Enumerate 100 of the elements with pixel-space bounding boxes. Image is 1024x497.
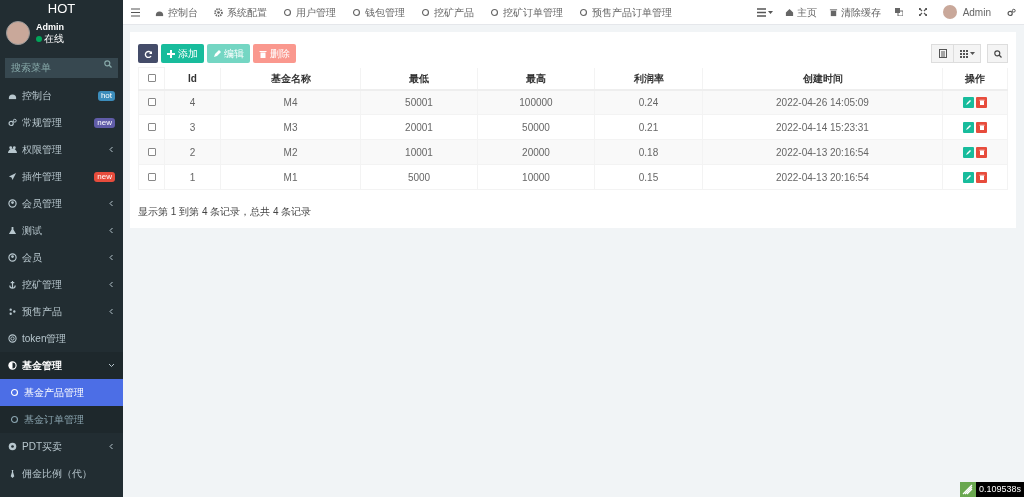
column-header[interactable]: 最高 [477, 67, 595, 90]
nav-tab[interactable]: 系统配置 [206, 4, 275, 20]
sidebar-item[interactable]: 会员 [0, 244, 123, 271]
nav-tab[interactable]: 预售产品订单管理 [571, 4, 680, 20]
anchor-icon [8, 280, 17, 289]
menu-label: 控制台 [22, 89, 53, 103]
sidebar-item[interactable]: 预售产品 [0, 298, 123, 325]
columns-dropdown-button[interactable] [954, 44, 981, 63]
table-cell: 0.18 [594, 139, 703, 165]
submenu-item[interactable]: 基金订单管理 [0, 406, 123, 433]
sidebar-item[interactable]: 控制台 hot [0, 82, 123, 109]
status-text: 在线 [44, 32, 64, 45]
row-delete-button[interactable] [976, 146, 987, 158]
table-row[interactable]: 2 M2 10001 20000 0.18 2022-04-13 20:16:54 [138, 139, 1008, 165]
row-checkbox[interactable] [147, 122, 156, 131]
user-menu[interactable]: Admin [934, 4, 999, 20]
row-checkbox[interactable] [147, 97, 156, 106]
column-header[interactable]: 操作 [942, 67, 1008, 90]
column-header[interactable]: 基金名称 [220, 67, 361, 90]
disc-icon [8, 442, 17, 451]
nav-tab[interactable]: 控制台 [147, 4, 206, 20]
chevron-left-icon [108, 200, 115, 207]
toggle-view-button[interactable] [931, 44, 954, 63]
table-cell: 5000 [360, 164, 478, 190]
sidebar-item[interactable]: 测试 [0, 217, 123, 244]
nav-tab[interactable]: 挖矿订单管理 [482, 4, 571, 20]
menu-label: 会员 [22, 251, 43, 265]
row-edit-button[interactable] [963, 121, 974, 133]
user-name: Admin [36, 21, 64, 33]
nav-link[interactable]: 主页 [778, 4, 823, 20]
row-edit-button[interactable] [963, 171, 974, 183]
sidebar-item[interactable]: token管理 [0, 325, 123, 352]
sidebar-item[interactable]: PDT买卖 [0, 433, 123, 460]
row-delete-button[interactable] [976, 121, 987, 133]
search-icon [104, 60, 112, 68]
tie-icon [8, 469, 17, 478]
menu-label: token管理 [22, 332, 68, 346]
submenu-item[interactable]: 基金产品管理 [0, 379, 123, 406]
pagination-info: 显示第 1 到第 4 条记录，总共 4 条记录 [138, 206, 312, 217]
user-circle-icon [8, 253, 17, 262]
table-cell: 100000 [477, 89, 595, 115]
sidebar-item[interactable]: 会员管理 [0, 190, 123, 217]
column-header[interactable]: 最低 [360, 67, 478, 90]
select-all-checkbox[interactable] [147, 73, 156, 82]
row-delete-button[interactable] [976, 96, 987, 108]
menu-label: 预售产品 [22, 305, 63, 319]
table-row[interactable]: 1 M1 5000 10000 0.15 2022-04-13 20:16:54 [138, 164, 1008, 190]
chevron-down-icon [108, 362, 115, 369]
gear-icon [214, 7, 223, 17]
column-header[interactable]: Id [164, 67, 221, 90]
table-cell: 20001 [360, 114, 478, 140]
search-button[interactable] [987, 44, 1008, 63]
table-cell: 1 [164, 164, 221, 190]
menu-label: 会员管理 [22, 197, 63, 211]
table-cell: 2022-04-26 14:05:09 [702, 89, 943, 115]
nav-tab[interactable]: 用户管理 [275, 4, 344, 20]
table-row[interactable]: 4 M4 50001 100000 0.24 2022-04-26 14:05:09 [138, 89, 1008, 115]
trash-icon [978, 174, 985, 180]
users-icon [8, 145, 17, 154]
table-row[interactable]: 3 M3 20001 50000 0.21 2022-04-14 15:23:31 [138, 114, 1008, 140]
row-delete-button[interactable] [976, 171, 987, 183]
column-header[interactable]: 利润率 [594, 67, 703, 90]
nav-link[interactable]: 清除缓存 [822, 4, 887, 20]
avatar [6, 21, 30, 45]
menu-icon [130, 7, 140, 17]
sidebar-item[interactable]: 权限管理 [0, 136, 123, 163]
menu-label: PDT买卖 [22, 440, 63, 454]
chevron-left-icon [108, 281, 115, 288]
nav-tab[interactable]: 钱包管理 [344, 4, 413, 20]
sidebar-item[interactable]: 常规管理 new [0, 109, 123, 136]
list-icon [756, 7, 766, 17]
cogs-icon [1007, 7, 1016, 17]
menu-badge: hot [97, 90, 115, 101]
rocket-icon [8, 172, 17, 181]
half-circle-icon [8, 361, 17, 370]
refresh-button[interactable] [138, 44, 158, 63]
plus-icon [167, 49, 175, 58]
circle-icon [490, 7, 499, 17]
row-checkbox[interactable] [147, 172, 156, 181]
caret-icon [969, 52, 975, 55]
row-checkbox[interactable] [147, 147, 156, 156]
row-edit-button[interactable] [963, 96, 974, 108]
sidebar-item[interactable]: 挖矿管理 [0, 271, 123, 298]
pencil-icon [213, 49, 221, 58]
search-icon [993, 49, 1002, 58]
row-edit-button[interactable] [963, 146, 974, 158]
home-icon [784, 7, 794, 17]
circle-icon [579, 7, 588, 17]
chevron-left-icon [108, 308, 115, 315]
column-header[interactable]: 创建时间 [702, 67, 943, 90]
sidebar-item[interactable]: 佣金比例（代） [0, 460, 123, 487]
sidebar-item[interactable]: 基金管理 [0, 352, 123, 379]
sidebar-item[interactable]: 插件管理 new [0, 163, 123, 190]
nav-tab[interactable]: 挖矿产品 [413, 4, 482, 20]
table-cell: M4 [220, 89, 361, 115]
trash-icon [828, 7, 838, 17]
circle-icon [10, 415, 19, 424]
search-field[interactable]: 搜索菜单 [5, 57, 118, 78]
trash-icon [978, 149, 985, 155]
translate-icon [894, 8, 903, 16]
